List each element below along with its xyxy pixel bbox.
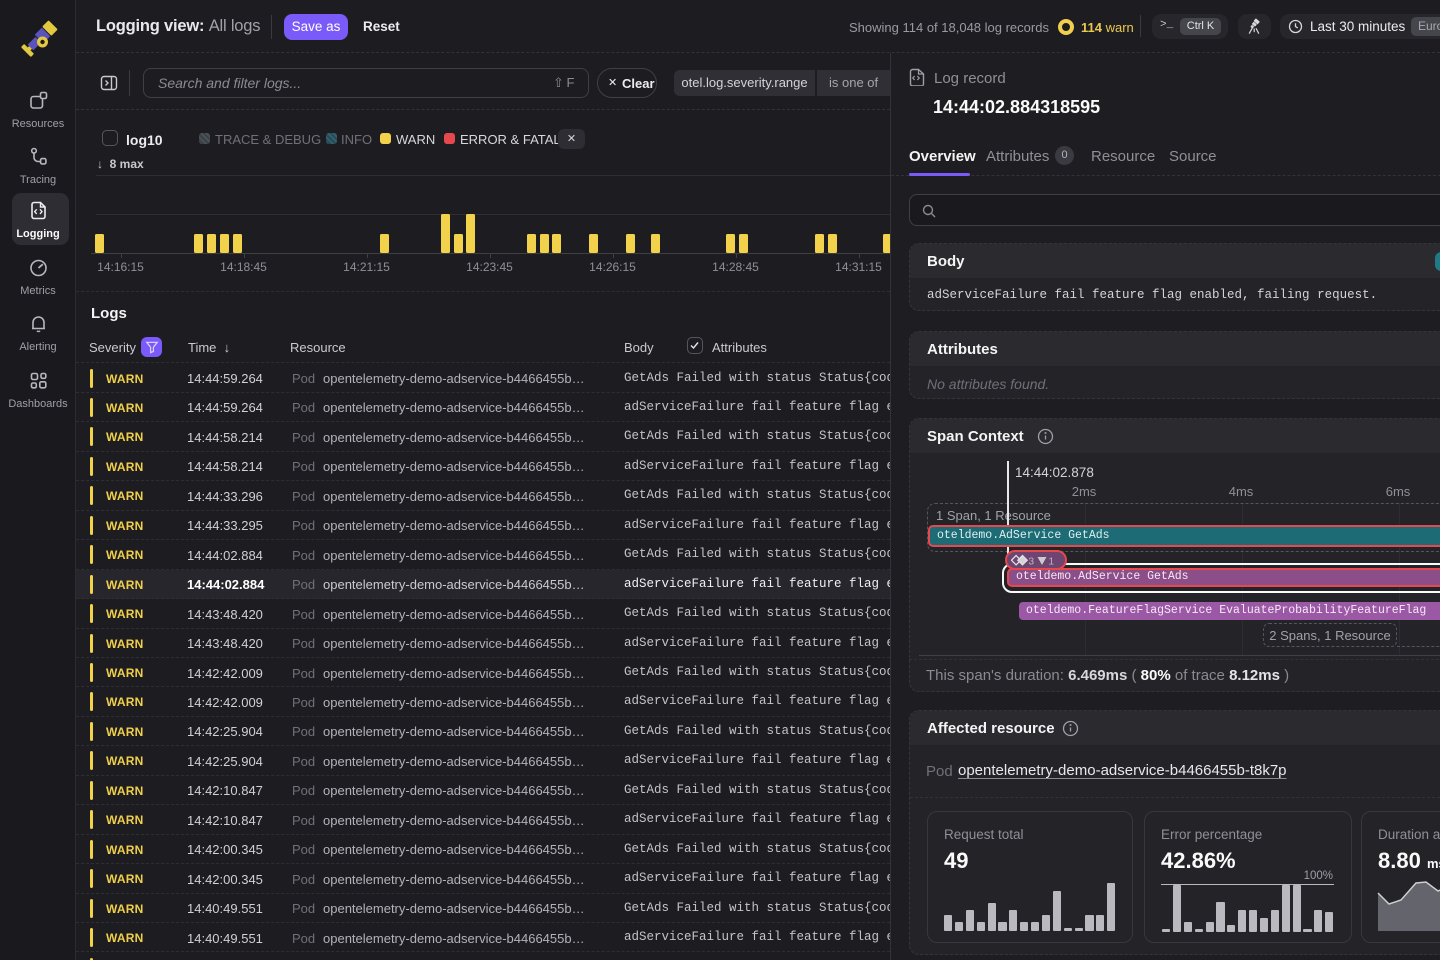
- svg-text:1: 1: [1049, 556, 1055, 567]
- svg-text:3: 3: [1029, 556, 1035, 567]
